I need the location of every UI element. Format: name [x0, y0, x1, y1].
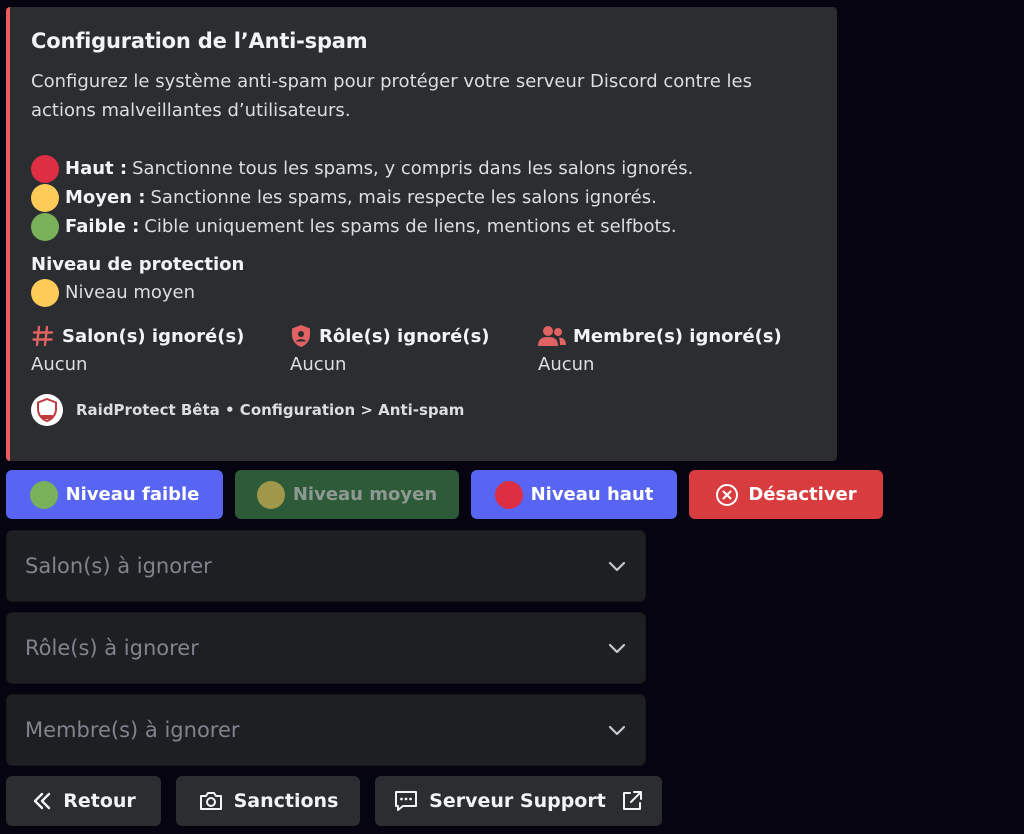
protection-value: Niveau moyen — [65, 282, 196, 303]
embed-footer: RaidProtect Bêta • Configuration > Anti-… — [31, 394, 821, 426]
ignored-members-placeholder: Membre(s) à ignorer — [25, 718, 240, 742]
level-low-name: Faible : — [65, 216, 140, 237]
level-medium-text: Sanctionne les spams, mais respecte les … — [150, 187, 657, 208]
low-level-button-label: Niveau faible — [65, 484, 200, 505]
ignored-fields: Salon(s) ignoré(s) Aucun Rôle(s) ignoré(… — [31, 321, 821, 379]
ignored-channels-placeholder: Salon(s) à ignorer — [25, 554, 212, 578]
embed-description: Configurez le système anti-spam pour pro… — [31, 71, 752, 121]
level-low: Faible : Cible uniquement les spams de l… — [31, 212, 821, 241]
low-level-button[interactable]: Niveau faible — [6, 470, 223, 519]
yellow-circle-icon — [31, 183, 59, 212]
green-circle-icon — [31, 212, 59, 241]
anti-spam-embed: Configuration de l’Anti-spam Configurez … — [6, 7, 837, 461]
navigation-button-row: Retour Sanctions Serveur Support — [6, 776, 677, 826]
red-circle-icon — [494, 480, 523, 509]
raidprotect-avatar — [31, 394, 63, 426]
sanctions-button-label: Sanctions — [233, 790, 339, 812]
medium-level-button[interactable]: Niveau moyen — [235, 470, 459, 519]
disable-button[interactable]: Désactiver — [689, 470, 883, 519]
medium-level-button-label: Niveau moyen — [292, 484, 438, 505]
chevron-down-icon — [608, 561, 626, 572]
disable-button-label: Désactiver — [748, 484, 857, 505]
field-ignored-members-name: Membre(s) ignoré(s) — [573, 325, 782, 347]
ignored-channels-select[interactable]: Salon(s) à ignorer — [6, 530, 646, 602]
double-chevron-left-icon — [34, 792, 51, 810]
back-button-label: Retour — [63, 790, 136, 812]
protection-field: Niveau de protection Niveau moyen — [31, 254, 821, 307]
high-level-button[interactable]: Niveau haut — [471, 470, 677, 519]
field-ignored-roles: Rôle(s) ignoré(s) Aucun — [290, 321, 538, 379]
external-link-icon — [622, 791, 642, 810]
protection-label: Niveau de protection — [31, 254, 245, 275]
cross-circle-icon — [716, 483, 739, 506]
back-button[interactable]: Retour — [6, 776, 161, 826]
field-ignored-members: Membre(s) ignoré(s) Aucun — [538, 321, 788, 379]
ignored-roles-placeholder: Rôle(s) à ignorer — [25, 636, 199, 660]
chevron-down-icon — [608, 643, 626, 654]
chevron-down-icon — [608, 725, 626, 736]
level-list: Haut : Sanctionne tous les spams, y comp… — [31, 154, 821, 241]
sanctions-button[interactable]: Sanctions — [176, 776, 360, 826]
field-ignored-channels-name: Salon(s) ignoré(s) — [62, 325, 245, 347]
level-high-name: Haut : — [65, 158, 128, 179]
protection-value-row: Niveau moyen — [31, 278, 821, 307]
message-icon — [395, 791, 418, 811]
high-level-button-label: Niveau haut — [530, 484, 654, 505]
hashtag-icon — [32, 325, 54, 347]
field-ignored-channels: Salon(s) ignoré(s) Aucun — [31, 321, 290, 379]
field-ignored-channels-value: Aucun — [31, 354, 88, 375]
embed-title: Configuration de l’Anti-spam — [31, 29, 368, 53]
support-server-button-label: Serveur Support — [429, 790, 606, 812]
footer-text: RaidProtect Bêta • Configuration > Anti-… — [76, 401, 465, 419]
field-ignored-roles-name: Rôle(s) ignoré(s) — [319, 325, 490, 347]
level-low-text: Cible uniquement les spams de liens, men… — [144, 216, 677, 237]
camera-icon — [199, 792, 222, 810]
level-medium-name: Moyen : — [65, 187, 146, 208]
level-button-row: Niveau faible Niveau moyen Niveau haut D… — [6, 470, 883, 519]
field-ignored-members-value: Aucun — [538, 354, 595, 375]
yellow-circle-icon — [31, 278, 59, 307]
users-icon — [538, 326, 566, 346]
red-circle-icon — [31, 154, 59, 183]
shield-user-icon — [292, 325, 310, 347]
field-ignored-roles-value: Aucun — [290, 354, 347, 375]
yellow-circle-icon — [256, 480, 285, 509]
ignored-roles-select[interactable]: Rôle(s) à ignorer — [6, 612, 646, 684]
support-server-button[interactable]: Serveur Support — [375, 776, 662, 826]
green-circle-icon — [29, 480, 58, 509]
level-medium: Moyen : Sanctionne les spams, mais respe… — [31, 183, 821, 212]
level-high-text: Sanctionne tous les spams, y compris dan… — [132, 158, 694, 179]
ignored-members-select[interactable]: Membre(s) à ignorer — [6, 694, 646, 766]
raidprotect-logo-icon — [37, 398, 57, 422]
level-high: Haut : Sanctionne tous les spams, y comp… — [31, 154, 821, 183]
